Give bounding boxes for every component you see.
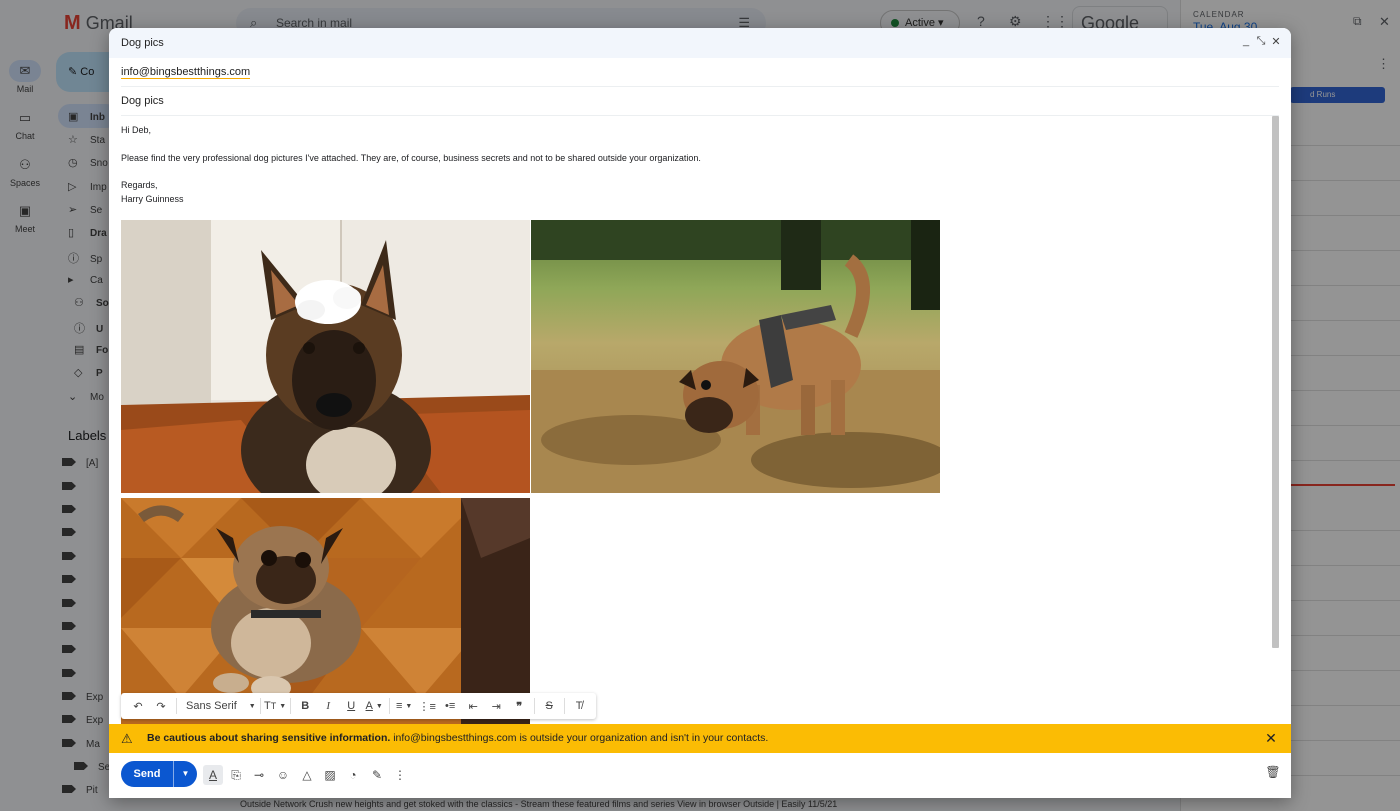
body-paragraph: Please find the very professional dog pi… bbox=[121, 152, 701, 163]
text-color-icon[interactable]: A ▼ bbox=[363, 695, 385, 717]
font-family-select[interactable]: Sans Serif ▼ bbox=[180, 695, 256, 717]
chevron-down-icon: ▼ bbox=[279, 702, 287, 710]
subject-text: Dog pics bbox=[121, 95, 164, 107]
exit-fullscreen-icon[interactable]: ⤡ bbox=[1254, 35, 1268, 48]
insert-photo-icon[interactable]: ▨ bbox=[320, 765, 340, 785]
toolbar-divider bbox=[564, 698, 566, 714]
emoji-icon[interactable]: ☺ bbox=[273, 765, 293, 785]
toolbar-divider bbox=[389, 698, 391, 714]
undo-icon[interactable]: ↶ bbox=[127, 695, 149, 717]
chevron-down-icon: ▼ bbox=[405, 702, 413, 710]
body-greeting: Hi Deb, bbox=[121, 125, 152, 135]
toolbar-divider bbox=[290, 698, 292, 714]
inline-image-pug-floor[interactable] bbox=[121, 498, 530, 724]
italic-icon[interactable]: I bbox=[317, 695, 339, 717]
bold-icon[interactable]: B bbox=[294, 695, 316, 717]
strikethrough-icon[interactable]: S bbox=[538, 695, 560, 717]
body-scrollbar[interactable] bbox=[1272, 116, 1279, 648]
chevron-down-icon: ▼ bbox=[248, 702, 256, 710]
compose-title: Dog pics bbox=[121, 37, 164, 49]
compose-actions: Send ▼ A ⎘ ⊸ ☺ △ ▨ ◔ ✎ ⋮ 🗑 bbox=[109, 753, 1291, 798]
recipient-chip[interactable]: info@bingsbestthings.com bbox=[121, 66, 251, 79]
close-icon[interactable]: ✕ bbox=[1269, 35, 1283, 48]
toolbar-divider bbox=[176, 698, 177, 714]
minimize-icon[interactable]: _ bbox=[1239, 35, 1253, 47]
formatting-options-icon[interactable]: A bbox=[203, 765, 223, 785]
indent-more-icon[interactable]: ⇥ bbox=[485, 695, 507, 717]
formatting-toolbar: ↶ ↷ Sans Serif ▼ T T ▼ B I U A ▼ ≡ ▼ ⋮≡ •≡ ⇤ … bbox=[121, 693, 596, 719]
dismiss-warning-icon[interactable]: ✕ bbox=[1263, 724, 1279, 753]
compose-header[interactable]: Dog pics _ ⤡ ✕ bbox=[109, 28, 1291, 58]
send-button-group: Send ▼ bbox=[121, 761, 197, 787]
underline-icon[interactable]: U bbox=[340, 695, 362, 717]
toolbar-divider bbox=[534, 698, 536, 714]
warning-detail-text: info@bingsbestthings.com is outside your… bbox=[390, 732, 769, 744]
bulleted-list-icon[interactable]: •≡ bbox=[439, 695, 461, 717]
chevron-down-icon: ▼ bbox=[375, 702, 383, 710]
indent-less-icon[interactable]: ⇤ bbox=[462, 695, 484, 717]
warning-text: Be cautious about sharing sensitive info… bbox=[147, 724, 768, 753]
confidential-mode-icon[interactable]: ◔ bbox=[343, 765, 363, 785]
insert-link-icon[interactable]: ⊸ bbox=[249, 765, 269, 785]
font-family-value: Sans Serif bbox=[186, 700, 237, 712]
pug-grass-photo bbox=[531, 220, 940, 493]
attach-file-icon[interactable]: ⎘ bbox=[226, 765, 246, 785]
to-field[interactable]: info@bingsbestthings.com bbox=[121, 58, 1279, 87]
inline-image-pug-grass[interactable] bbox=[531, 220, 940, 493]
schedule-send-dropdown[interactable]: ▼ bbox=[174, 761, 197, 787]
compose-dialog: Dog pics _ ⤡ ✕ info@bingsbestthings.com … bbox=[109, 28, 1291, 798]
font-size-icon[interactable]: T T ▼ bbox=[264, 695, 286, 717]
external-recipient-warning: ⚠ Be cautious about sharing sensitive in… bbox=[109, 724, 1291, 753]
toolbar-divider bbox=[260, 698, 261, 714]
inline-image-malinois[interactable] bbox=[121, 220, 530, 493]
align-icon[interactable]: ≡ ▼ bbox=[393, 695, 415, 717]
redo-icon[interactable]: ↷ bbox=[150, 695, 172, 717]
signature-icon[interactable]: ✎ bbox=[367, 765, 387, 785]
malinois-photo bbox=[121, 220, 530, 493]
send-button[interactable]: Send bbox=[121, 761, 173, 787]
quote-icon[interactable]: ❞ bbox=[508, 695, 530, 717]
body-closing: Regards, bbox=[121, 180, 158, 190]
more-options-icon[interactable]: ⋮ bbox=[390, 765, 410, 785]
body-signature: Harry Guinness bbox=[121, 193, 184, 204]
warning-bold-text: Be cautious about sharing sensitive info… bbox=[147, 732, 391, 744]
pug-floor-photo bbox=[121, 498, 530, 724]
drive-icon[interactable]: △ bbox=[297, 765, 317, 785]
subject-field[interactable]: Dog pics bbox=[121, 87, 1279, 116]
message-body[interactable]: Hi Deb, Please find the very professiona… bbox=[121, 124, 1261, 206]
discard-draft-icon[interactable]: 🗑 bbox=[1263, 765, 1283, 779]
warning-shield-icon: ⚠ bbox=[121, 731, 133, 746]
numbered-list-icon[interactable]: ⋮≡ bbox=[416, 695, 438, 717]
remove-formatting-icon[interactable]: T̸ bbox=[568, 695, 590, 717]
